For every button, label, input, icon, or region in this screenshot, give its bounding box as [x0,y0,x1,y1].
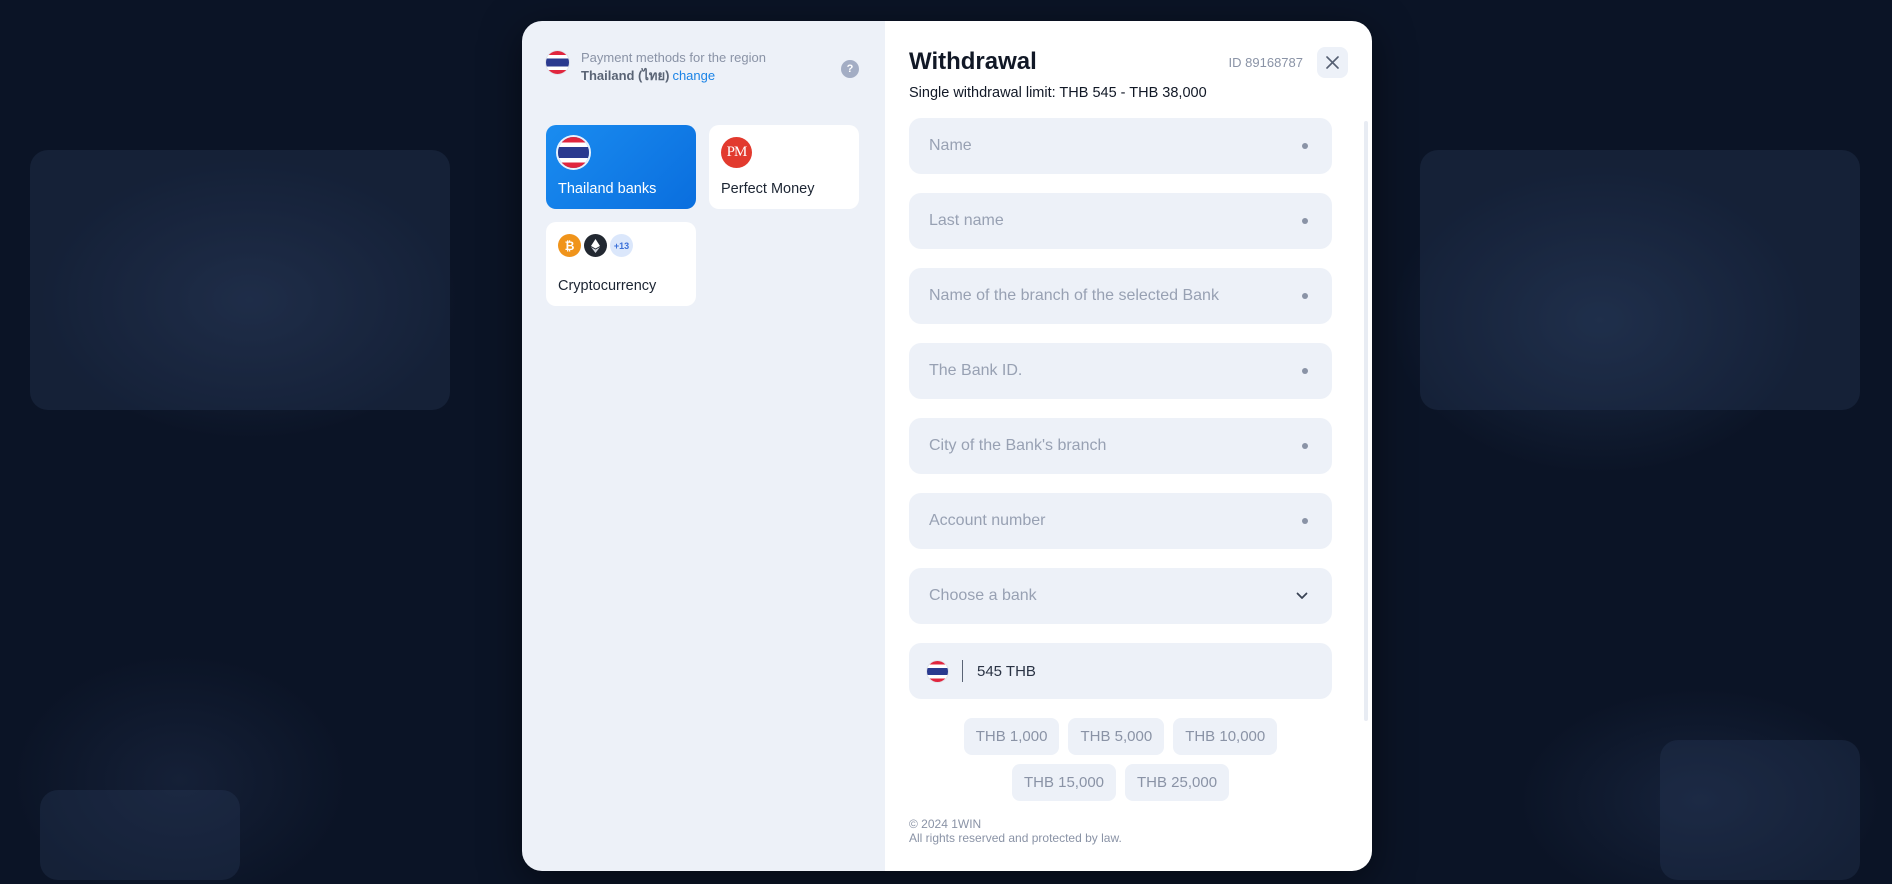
branch-name-field[interactable]: Name of the branch of the selected Bank [909,268,1332,324]
region-text: Payment methods for the region Thailand … [581,49,766,85]
last-name-field[interactable]: Last name [909,193,1332,249]
preset-amount-button[interactable]: THB 10,000 [1173,718,1278,755]
required-indicator [1302,143,1308,149]
field-placeholder: The Bank ID. [929,362,1023,379]
withdrawal-form: Name Last name Name of the branch of the… [909,118,1332,699]
bank-select[interactable]: Choose a bank [909,568,1332,624]
thailand-flag-icon [546,51,569,74]
copyright-text: © 2024 1WIN [909,817,982,831]
payment-method-list: Thailand banks PM Perfect Money ₿ +13 Cr… [546,125,861,306]
field-placeholder: Account number [929,512,1046,529]
required-indicator [1302,218,1308,224]
branch-city-field[interactable]: City of the Bank's branch [909,418,1332,474]
required-indicator [1302,518,1308,524]
field-placeholder: Name of the branch of the selected Bank [929,287,1219,304]
crypto-icons: ₿ +13 [558,234,684,257]
method-label: Cryptocurrency [558,278,657,294]
withdrawal-form-panel: Withdrawal ID 89168787 Single withdrawal… [885,21,1372,871]
amount-presets: THB 1,000 THB 5,000 THB 10,000 THB 15,00… [909,718,1332,801]
close-icon [1326,55,1339,69]
method-thailand-banks[interactable]: Thailand banks [546,125,696,209]
preset-amount-button[interactable]: THB 5,000 [1068,718,1165,755]
close-button[interactable] [1317,46,1348,78]
modal-title: Withdrawal [909,48,1037,75]
change-region-link[interactable]: change [672,68,715,83]
more-coins-badge: +13 [610,234,633,257]
footer: © 2024 1WIN All rights reserved and prot… [909,817,1122,845]
amount-divider [962,660,963,682]
field-placeholder: City of the Bank's branch [929,437,1107,454]
help-icon[interactable]: ? [841,60,859,78]
background-card-left [40,790,240,880]
amount-value: 545 THB [977,662,1036,680]
background-card-right [1660,740,1860,880]
field-placeholder: Name [929,137,972,154]
chevron-down-icon [1296,592,1308,599]
rights-text: All rights reserved and protected by law… [909,831,1122,845]
form-scrollbar[interactable] [1364,121,1368,721]
bitcoin-icon: ₿ [558,234,581,257]
header-right: ID 89168787 [1228,46,1348,78]
ethereum-icon [584,234,607,257]
required-indicator [1302,293,1308,299]
method-cryptocurrency[interactable]: ₿ +13 Cryptocurrency [546,222,696,306]
method-label: Perfect Money [721,181,815,197]
name-field[interactable]: Name [909,118,1332,174]
method-label: Thailand banks [558,181,657,197]
thailand-flag-icon [927,660,948,682]
withdrawal-modal: Payment methods for the region Thailand … [522,21,1372,871]
required-indicator [1302,368,1308,374]
background-banner-left [30,150,450,410]
amount-field[interactable]: 545 THB [909,643,1332,699]
background-banner-right [1420,150,1860,410]
modal-header: Withdrawal ID 89168787 [909,45,1348,79]
account-number-field[interactable]: Account number [909,493,1332,549]
withdrawal-limit: Single withdrawal limit: THB 545 - THB 3… [909,85,1207,101]
thailand-flag-icon [558,137,589,168]
bank-id-field[interactable]: The Bank ID. [909,343,1332,399]
bank-select-placeholder: Choose a bank [929,587,1037,604]
region-selector: Payment methods for the region Thailand … [546,49,861,85]
user-id: ID 89168787 [1228,54,1303,70]
preset-amount-button[interactable]: THB 1,000 [963,718,1060,755]
method-perfect-money[interactable]: PM Perfect Money [709,125,859,209]
required-indicator [1302,443,1308,449]
region-caption: Payment methods for the region [581,50,766,65]
perfect-money-icon: PM [721,137,752,168]
preset-amount-button[interactable]: THB 15,000 [1011,764,1116,801]
field-placeholder: Last name [929,212,1004,229]
region-name: Thailand (ไทย) [581,68,670,83]
preset-amount-button[interactable]: THB 25,000 [1125,764,1230,801]
payment-methods-panel: Payment methods for the region Thailand … [522,21,885,871]
